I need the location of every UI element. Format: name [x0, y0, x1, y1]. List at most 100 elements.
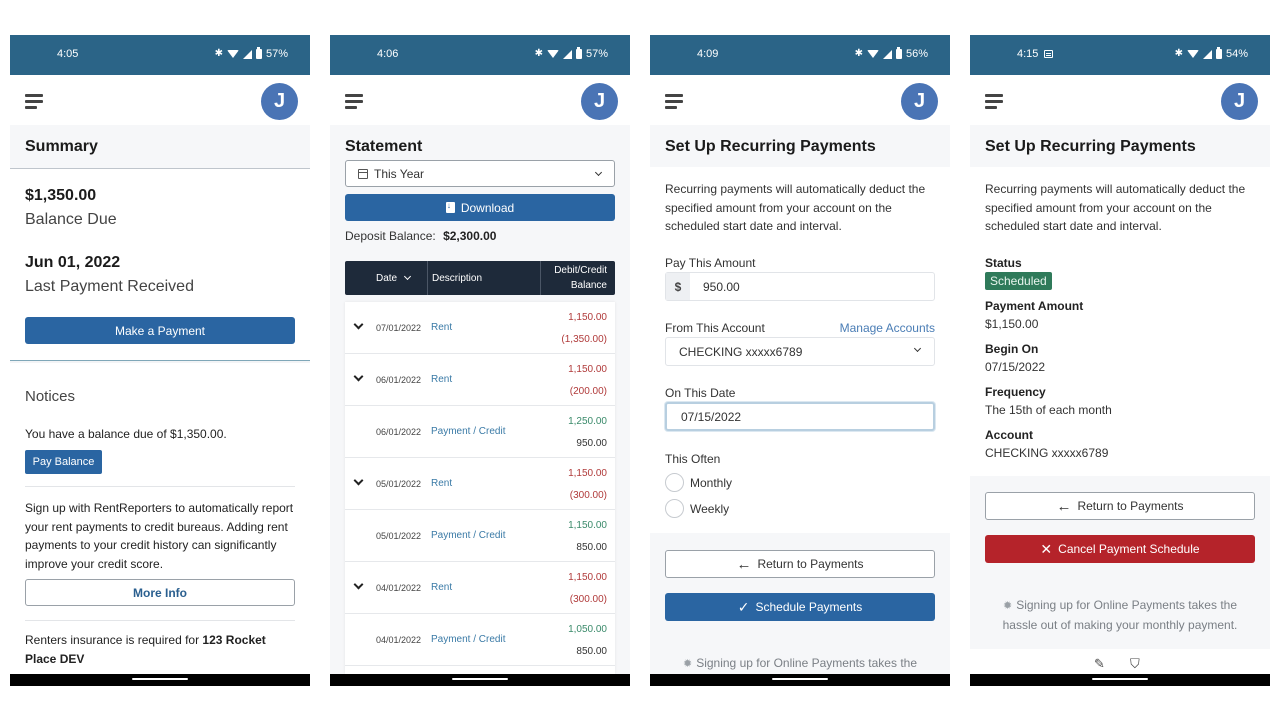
date-label: On This Date — [665, 386, 736, 400]
more-info-button[interactable]: More Info — [25, 579, 295, 606]
status-time: 4:05 — [57, 48, 79, 60]
last-payment-date: Jun 01, 2022 — [25, 254, 121, 271]
row-balance: 850.00 — [576, 646, 607, 657]
schedule-label: Schedule Payments — [755, 600, 863, 614]
row-amount: 1,150.00 — [568, 572, 607, 583]
status-badge: Scheduled — [985, 272, 1052, 290]
avatar[interactable]: J — [261, 83, 298, 120]
row-description[interactable]: Rent — [431, 582, 452, 593]
table-row[interactable]: 05/01/2022 Rent 1,150.00 (300.00) — [345, 458, 615, 510]
menu-icon[interactable] — [345, 94, 363, 109]
message-icon — [1044, 50, 1054, 58]
avatar[interactable]: J — [581, 83, 618, 120]
menu-icon[interactable] — [25, 94, 43, 109]
check-icon: ✓ — [737, 598, 750, 615]
avatar[interactable]: J — [901, 83, 938, 120]
wifi-icon — [546, 50, 559, 58]
account-select-value: CHECKING xxxxx6789 — [679, 345, 803, 359]
avatar[interactable]: J — [1221, 83, 1258, 120]
account-select[interactable]: CHECKING xxxxx6789 — [665, 337, 935, 366]
manage-accounts-link[interactable]: Manage Accounts — [840, 321, 935, 335]
account-label: From This Account — [665, 321, 765, 335]
row-amount: 1,150.00 — [568, 468, 607, 479]
row-balance: (300.00) — [569, 490, 607, 501]
menu-icon[interactable] — [985, 94, 1003, 109]
make-payment-button[interactable]: Make a Payment — [25, 317, 295, 344]
tip-text: ✹ Signing up for Online Payments takes th… — [1002, 598, 1238, 632]
return-to-payments-button[interactable]: ← Return to Payments — [665, 550, 935, 578]
account-value: CHECKING xxxxx6789 — [985, 446, 1109, 460]
date-input[interactable]: 07/15/2022 — [665, 402, 935, 431]
row-balance: (200.00) — [569, 386, 607, 397]
row-description[interactable]: Rent — [431, 478, 452, 489]
notices-card: Notices You have a balance due of $1,350… — [10, 363, 310, 674]
intro-text: Recurring payments will automatically de… — [665, 182, 926, 233]
row-date: 06/01/2022 — [376, 427, 422, 437]
page-title: Statement — [345, 138, 423, 155]
wifi-icon — [866, 50, 879, 58]
expand-chevron-icon[interactable] — [353, 475, 364, 486]
divider — [25, 620, 295, 621]
download-button[interactable]: Download — [345, 194, 615, 221]
status-bar: 4:15 ✱ 54% — [970, 35, 1270, 75]
amount-input[interactable]: $ 950.00 — [665, 272, 935, 301]
period-select[interactable]: This Year — [345, 160, 615, 187]
signal-icon — [242, 49, 252, 59]
return-to-payments-button[interactable]: ← Return to Payments — [985, 492, 1255, 520]
row-description[interactable]: Rent — [431, 374, 452, 385]
return-label: Return to Payments — [757, 557, 864, 571]
return-label: Return to Payments — [1077, 499, 1184, 513]
phone-screen-statement: 4:06 ✱ 57% J Statement This Year Downloa… — [330, 35, 630, 686]
cancel-payment-schedule-button[interactable]: ✕ Cancel Payment Schedule — [985, 535, 1255, 563]
home-indicator — [650, 674, 950, 686]
close-icon: ✕ — [1040, 540, 1053, 557]
page-header: Set Up Recurring Payments — [970, 125, 1270, 167]
currency-prefix: $ — [666, 273, 690, 300]
table-row[interactable]: 04/01/2022 Payment / Credit 1,050.00 850.00 — [345, 614, 615, 666]
wifi-icon — [226, 50, 239, 58]
payment-amount-label: Payment Amount — [985, 299, 1084, 313]
radio-monthly-label: Monthly — [690, 476, 733, 490]
edit-document-icon[interactable]: ✎ — [1094, 656, 1105, 672]
schedule-payments-button[interactable]: ✓ Schedule Payments — [665, 593, 935, 621]
table-row[interactable]: 06/01/2022 Payment / Credit 1,250.00 950.00 — [345, 406, 615, 458]
app-bar: J — [330, 75, 630, 125]
arrow-left-icon: ← — [736, 555, 752, 573]
bluetooth-icon: ✱ — [854, 48, 863, 59]
column-header-description: Description — [432, 272, 483, 284]
radio-monthly[interactable] — [665, 473, 684, 492]
begin-on-value: 07/15/2022 — [985, 360, 1046, 374]
calendar-icon — [358, 169, 368, 179]
status-time: 4:09 — [697, 48, 719, 60]
phone-screen-summary: 4:05 ✱ 57% J Summary $1,350.00 Balance D… — [10, 35, 310, 686]
insurance-notice: Renters insurance is required for 123 Ro… — [25, 631, 295, 668]
begin-on-label: Begin On — [985, 342, 1039, 356]
expand-chevron-icon[interactable] — [353, 319, 364, 330]
chevron-down-icon — [594, 168, 603, 177]
radio-weekly-label: Weekly — [690, 502, 730, 516]
expand-chevron-icon[interactable] — [353, 371, 364, 382]
table-row[interactable]: 07/01/2022 Rent 1,150.00 (1,350.00) — [345, 302, 615, 354]
row-balance: (300.00) — [569, 594, 607, 605]
pay-balance-button[interactable]: Pay Balance — [25, 450, 102, 474]
expand-chevron-icon[interactable] — [353, 579, 364, 590]
phone-screen-scheduled-payment: 4:15 ✱ 54% J Set Up Recurring Payments R… — [970, 35, 1270, 686]
row-description[interactable]: Payment / Credit — [431, 634, 505, 645]
table-row[interactable]: 05/01/2022 Payment / Credit 1,150.00 850.00 — [345, 510, 615, 562]
shield-check-icon[interactable]: ⛉ — [1130, 656, 1140, 672]
row-description[interactable]: Rent — [431, 322, 452, 333]
row-amount: 1,250.00 — [568, 416, 607, 427]
phone-screen-setup-recurring: 4:09 ✱ 56% J Set Up Recurring Payments R… — [650, 35, 950, 686]
radio-weekly[interactable] — [665, 499, 684, 518]
menu-icon[interactable] — [665, 94, 683, 109]
row-description[interactable]: Payment / Credit — [431, 530, 505, 541]
deposit-value: $2,300.00 — [443, 229, 497, 243]
row-amount: 1,150.00 — [568, 364, 607, 375]
table-row[interactable]: 04/01/2022 Rent 1,150.00 (300.00) — [345, 562, 615, 614]
row-description[interactable]: Payment / Credit — [431, 426, 505, 437]
table-row[interactable]: 06/01/2022 Rent 1,150.00 (200.00) — [345, 354, 615, 406]
column-header-date[interactable]: Date — [376, 261, 412, 295]
summary-card: $1,350.00 Balance Due Jun 01, 2022 Last … — [10, 169, 310, 361]
pay-balance-label: Pay Balance — [32, 456, 95, 468]
row-date: 04/01/2022 — [376, 583, 422, 593]
